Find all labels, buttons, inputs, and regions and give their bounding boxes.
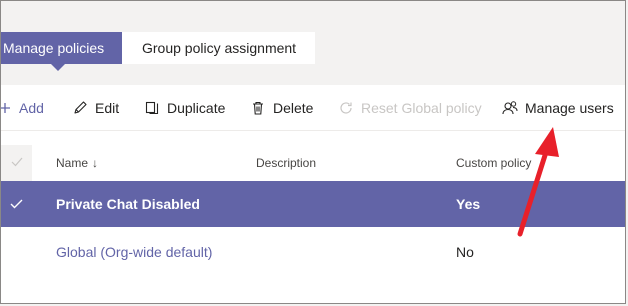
policies-panel: Add Edit Duplicate Delete Reset Global p… [1,85,625,303]
tab-manage-policies[interactable]: Manage policies [1,32,122,71]
column-name-label: Name [56,156,89,170]
edit-button[interactable]: Edit [71,85,119,131]
column-description-label: Description [256,156,317,170]
trash-icon [249,99,267,117]
reset-global-policy-label: Reset Global policy [361,100,482,116]
column-custom-policy-label: Custom policy [456,156,532,170]
duplicate-button[interactable]: Duplicate [143,85,225,131]
app-frame: Manage policies Group policy assignment … [0,0,626,304]
duplicate-button-label: Duplicate [167,100,226,116]
select-all-checkbox[interactable] [1,145,32,181]
sort-down-icon: ↓ [92,156,99,170]
copy-icon [143,99,161,117]
reset-global-policy-button[interactable]: Reset Global policy [337,85,482,131]
table-header: Name ↓ Description Custom policy [1,145,625,181]
checkmark-icon [11,156,23,170]
row-name[interactable]: Private Chat Disabled [56,181,200,227]
refresh-icon [337,99,355,117]
table-row[interactable]: Global (Org-wide default) No [1,229,625,275]
row-checkbox[interactable] [1,181,32,227]
tab-group-policy-assignment[interactable]: Group policy assignment [122,32,315,64]
tab-manage-policies-label: Manage policies [3,40,105,56]
manage-users-button[interactable]: Manage users [501,85,614,131]
row-name-link[interactable]: Global (Org-wide default) [56,229,212,275]
manage-users-label: Manage users [525,100,614,116]
row-checkbox[interactable] [1,229,32,275]
delete-button[interactable]: Delete [249,85,313,131]
add-button-label: Add [19,100,44,116]
users-icon [501,99,519,117]
column-header-description[interactable]: Description [256,145,316,181]
checkmark-icon [10,196,23,212]
row-custom-policy: No [456,244,474,260]
add-button[interactable]: Add [1,85,44,131]
row-custom-policy: Yes [456,196,481,212]
table-row[interactable]: Private Chat Disabled Yes [1,181,625,227]
delete-button-label: Delete [273,100,314,116]
plus-icon [1,99,11,117]
tab-group-policy-assignment-label: Group policy assignment [142,40,297,56]
tab-bar: Manage policies Group policy assignment [1,32,315,71]
column-header-custom-policy[interactable]: Custom policy [456,145,531,181]
toolbar: Add Edit Duplicate Delete Reset Global p… [1,85,625,131]
pencil-icon [71,99,89,117]
column-header-name[interactable]: Name ↓ [56,145,98,181]
edit-button-label: Edit [95,100,120,116]
